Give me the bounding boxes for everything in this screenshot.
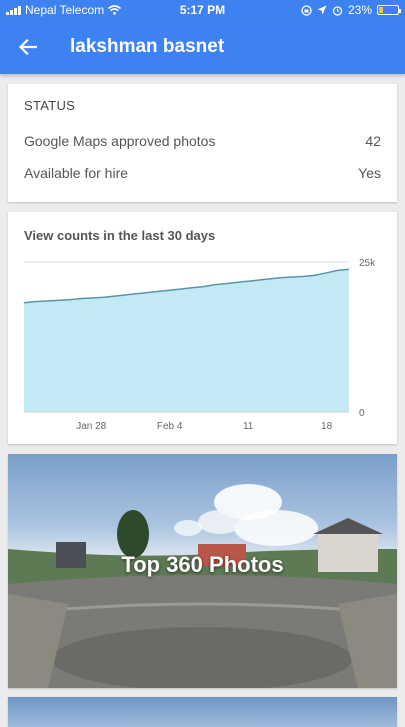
status-bar: Nepal Telecom 5:17 PM 23% (0, 0, 405, 20)
status-row-hire: Available for hire Yes (24, 157, 381, 189)
back-button[interactable] (0, 39, 56, 55)
status-row-label: Google Maps approved photos (24, 133, 216, 149)
carrier-label: Nepal Telecom (25, 3, 105, 17)
location-icon (317, 5, 327, 15)
status-row-value: Yes (358, 165, 381, 181)
top-360-photos-label: Top 360 Photos (121, 552, 284, 577)
status-bar-right: 23% (301, 3, 401, 17)
status-row-photos: Google Maps approved photos 42 (24, 125, 381, 157)
status-bar-left: Nepal Telecom (6, 3, 301, 17)
chart-area (24, 269, 349, 412)
battery-percent: 23% (347, 3, 372, 17)
view-count-chart: 25k 0 Jan 28 Feb 4 11 18 (23, 258, 376, 432)
app-bar: lakshman basnet (0, 20, 405, 74)
arrow-back-icon (19, 39, 37, 55)
status-heading: STATUS (24, 98, 76, 113)
status-row-value: 42 (365, 133, 381, 149)
status-row-label: Available for hire (24, 165, 129, 181)
view-count-card: View counts in the last 30 days 25k 0 Jan … (8, 212, 397, 444)
chart-x-tick-label: Jan 28 (76, 421, 106, 432)
chart-x-tick-label: 18 (321, 421, 333, 432)
status-card: STATUS Google Maps approved photos 42 Av… (8, 84, 397, 202)
chart-y-tick-label: 0 (359, 408, 365, 419)
signal-icon (6, 5, 21, 15)
battery-icon (377, 5, 401, 15)
chart-y-tick-label: 25k (359, 258, 376, 269)
wifi-icon (108, 5, 122, 15)
page-title: lakshman basnet (70, 36, 225, 57)
chart-x-tick-label: 11 (243, 421, 254, 432)
battery-fill (379, 7, 384, 13)
alarm-icon (332, 5, 343, 16)
rotation-lock-icon (301, 4, 312, 16)
next-card-preview[interactable] (8, 697, 397, 727)
top-360-photos-card[interactable]: Top 360 Photos (8, 454, 397, 688)
chart-x-tick-label: Feb 4 (157, 421, 183, 432)
